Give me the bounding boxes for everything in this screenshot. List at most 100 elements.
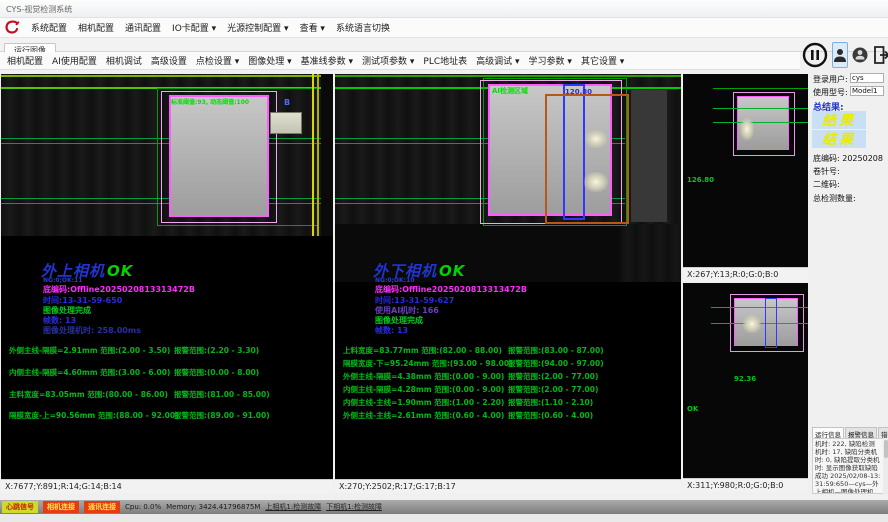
pause-icon[interactable] — [802, 42, 828, 68]
heartbeat-status-badge: 心跳信号 — [2, 501, 38, 513]
toolbar: 相机配置 AI使用配置 相机调试 高级设置 点检设置 ▾ 图像处理 ▾ 基准线参… — [0, 52, 800, 70]
measurement-row: 上料宽度=83.77mm 范围:(82.00 - 88.00)报警范围:(83.… — [343, 345, 679, 356]
pixel-info-statusbar: X:270;Y:2502;R:17;G:17;B:17 — [335, 479, 681, 493]
bottom-code-label: 底编码: 20250208 — [813, 153, 883, 164]
memory-usage-text: Memory: 3424.41796875M — [166, 503, 260, 511]
proc-time-line: 图像处理机时: 258.00ms — [43, 325, 141, 336]
camera-image-aux-bottom[interactable]: 92.36 OK — [683, 283, 808, 478]
measurement-row: 外侧主线-隔膜=2.91mm 范围:(2.00 - 3.50)报警范围:(2.2… — [9, 345, 331, 356]
toolbar-item-learning-params[interactable]: 学习参数 ▾ — [529, 54, 572, 67]
needle-number-label: 卷针号: — [813, 166, 840, 177]
toolbar-item-other-settings[interactable]: 其它设置 ▾ — [581, 54, 624, 67]
camera-panel-upper: 标准阈值:93, 动态阈值:100 B 外上相机OK NG:0;OK:11 底编… — [1, 74, 333, 493]
header-buttons — [802, 40, 888, 70]
user-icon[interactable] — [852, 46, 868, 64]
login-user-label: 登录用户: — [813, 74, 848, 85]
product-region — [169, 95, 269, 217]
measurement-label: 92.36 — [734, 375, 756, 383]
orange-measure-rect — [545, 94, 629, 224]
menu-item-camera-config[interactable]: 相机配置 — [78, 21, 114, 34]
camera-image-lower[interactable]: AI检测区域 120.80 — [335, 74, 681, 282]
menu-item-light-control-config[interactable]: 光源控制配置 ▾ — [227, 21, 288, 34]
ai-region-label: AI检测区域 — [492, 86, 528, 96]
camera-panel-lower: AI检测区域 120.80 外下相机OK NG:0;OK:10 底编码:Offl… — [335, 74, 681, 493]
menu-item-language-switch[interactable]: 系统语言切换 — [336, 21, 390, 34]
menu-item-comm-config[interactable]: 通讯配置 — [125, 21, 161, 34]
overlay-line — [711, 307, 808, 308]
log-scrollbar[interactable] — [883, 438, 888, 494]
result-ok-label: OK — [439, 262, 465, 280]
code-line: 底编码:Offline2025020813313472B — [375, 284, 527, 295]
scrollbar-thumb[interactable] — [884, 440, 888, 458]
reflection-blob — [585, 130, 607, 148]
threshold-label: 标准阈值:93, 动态阈值:100 — [171, 97, 249, 106]
toolbar-item-test-item-params[interactable]: 测试项参数 ▾ — [362, 54, 414, 67]
result-ok-label: OK — [687, 405, 698, 413]
window-title: CYS-视觉检测系统 — [6, 5, 72, 14]
menu-item-view[interactable]: 查看 ▾ — [300, 21, 325, 34]
info-panel: 登录用户: cys 使用型号: Model1 总结果: 结果 结果 底编码: 2… — [810, 70, 888, 497]
measurement-row: 内侧主线-主线=1.90mm 范围:(1.00 - 2.20)报警范围:(1.1… — [343, 397, 679, 408]
toolbar-item-camera-debug[interactable]: 相机调试 — [106, 54, 142, 67]
overlay-line — [335, 75, 681, 77]
measurement-row: 隔膜宽度-下=95.24mm 范围:(93.00 - 98.00)报警范围:(9… — [343, 358, 679, 369]
toolbar-item-ai-usage-config[interactable]: AI使用配置 — [52, 54, 97, 67]
pixel-info-statusbar: X:7677;Y:891;R:14;G:14;B:14 — [1, 479, 333, 493]
toolbar-item-camera-config[interactable]: 相机配置 — [7, 54, 43, 67]
camera-counter: NG:0;OK:11 — [43, 277, 82, 284]
image-dark-strip — [321, 74, 333, 236]
toolbar-item-spot-check-settings[interactable]: 点检设置 ▾ — [196, 54, 239, 67]
total-count-label: 总检测数量: — [813, 193, 856, 204]
measurement-row: 外侧主线-主线=2.61mm 范围:(0.60 - 4.00)报警范围:(0.6… — [343, 410, 679, 421]
camera-counter: NG:0;OK:10 — [375, 277, 414, 284]
result-block-upper: 结果 — [812, 111, 866, 129]
log-text-area[interactable]: 机时: 222, 缺陷检测机时: 17, 缺陷分类机时: 0, 缺陷提取分类机时… — [812, 438, 888, 494]
connector-tab — [270, 112, 302, 134]
overlay-line — [1, 75, 333, 77]
menu-item-io-config[interactable]: IO卡配置 ▾ — [172, 21, 216, 34]
blue-measure-rect — [765, 298, 777, 348]
measurement-row: 内侧主线-隔膜=4.28mm 范围:(0.00 - 9.00)报警范围:(2.0… — [343, 384, 679, 395]
machinery-block — [631, 90, 667, 222]
reflection-blob — [740, 118, 754, 140]
measurement-row: 外侧主线-隔膜=4.38mm 范围:(0.00 - 9.00)报警范围:(2.0… — [343, 371, 679, 382]
tab-bar: 运行图像 — [0, 38, 888, 52]
exit-icon[interactable] — [872, 45, 888, 65]
toolbar-item-baseline-params[interactable]: 基准线参数 ▾ — [301, 54, 353, 67]
camera-connection-badge: 相机连接 — [43, 501, 79, 513]
user-active-icon[interactable] — [832, 42, 848, 68]
toolbar-item-advanced-settings[interactable]: 高级设置 — [151, 54, 187, 67]
toolbar-item-plc-address-table[interactable]: PLC地址表 — [423, 54, 467, 67]
measurement-row: 主料宽度=83.05mm 范围:(80.00 - 86.00)报警范围:(81.… — [9, 389, 331, 400]
app-logo-icon — [4, 20, 20, 35]
camera-panel-aux-bottom: 92.36 OK X:311;Y:980;R:0;G:0;B:0 — [683, 283, 808, 492]
result-block-lower: 结果 — [812, 130, 866, 148]
window-titlebar: CYS-视觉检测系统 — [0, 0, 888, 18]
lower-camera-alert: 下相机1:检测故障 — [326, 502, 382, 512]
reflection-blob — [584, 172, 608, 192]
login-user-value: cys — [850, 73, 884, 83]
model-value: Model1 — [850, 86, 884, 96]
frame-line: 帧数: 13 — [375, 325, 408, 336]
reflection-blob — [743, 315, 761, 333]
image-texture — [620, 224, 681, 282]
menu-bar: 系统配置 相机配置 通讯配置 IO卡配置 ▾ 光源控制配置 ▾ 查看 ▾ 系统语… — [0, 18, 888, 38]
toolbar-item-image-processing[interactable]: 图像处理 ▾ — [248, 54, 291, 67]
qr-code-label: 二维码: — [813, 179, 840, 190]
measurement-label: 126.80 — [687, 176, 714, 184]
model-label: 使用型号: — [813, 87, 848, 98]
code-line: 底编码:Offline2025020813313472B — [43, 284, 195, 295]
menu-item-system-config[interactable]: 系统配置 — [31, 21, 67, 34]
camera-image-aux-top[interactable]: 126.80 — [683, 74, 808, 267]
overlay-line-vertical — [317, 74, 319, 236]
camera-image-upper[interactable]: 标准阈值:93, 动态阈值:100 B — [1, 74, 333, 236]
marker-label: B — [284, 98, 290, 107]
camera-panel-aux-top: 126.80 X:267;Y:13;R:0;G:0;B:0 — [683, 74, 808, 281]
result-ok-label: OK — [107, 262, 133, 280]
pixel-info-statusbar: X:267;Y:13;R:0;G:0;B:0 — [683, 267, 808, 281]
overlay-line-vertical — [312, 74, 314, 236]
overlay-line — [713, 108, 808, 109]
toolbar-item-advanced-debug[interactable]: 高级调试 ▾ — [476, 54, 519, 67]
overlay-line — [713, 122, 808, 123]
window-resize-strip — [0, 514, 888, 522]
